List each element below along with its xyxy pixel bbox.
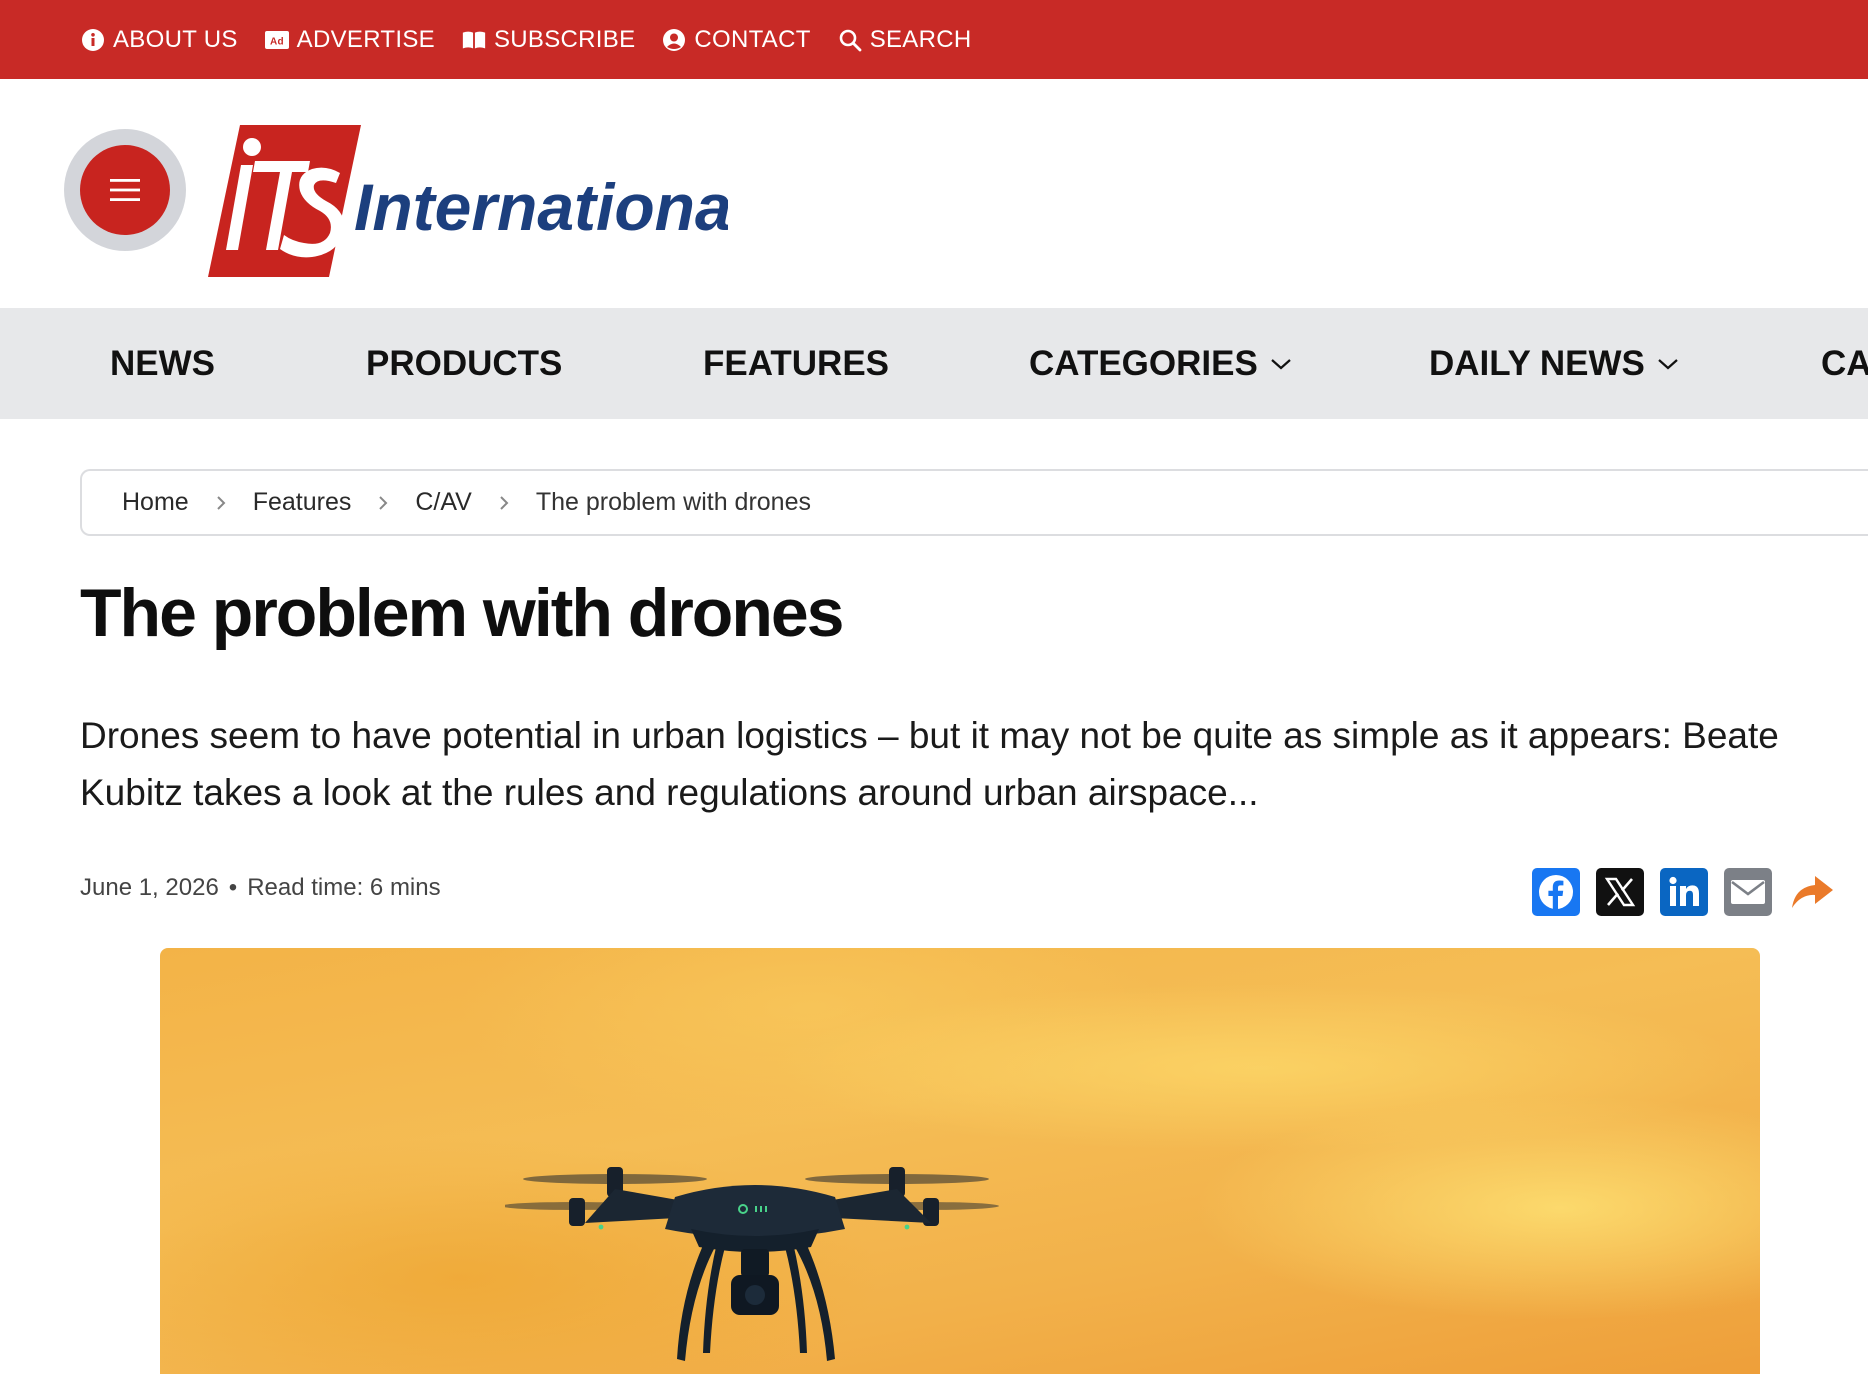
svg-text:Ad: Ad xyxy=(270,36,284,47)
about-us-label: ABOUT US xyxy=(113,25,238,53)
advertise-link[interactable]: Ad ADVERTISE xyxy=(264,26,435,54)
breadcrumb: Home Features C/AV The problem with dron… xyxy=(80,469,1868,536)
breadcrumb-current: The problem with drones xyxy=(535,488,811,516)
meta-separator: • xyxy=(228,874,238,901)
search-label: SEARCH xyxy=(869,25,972,53)
advertise-label: ADVERTISE xyxy=(296,25,435,53)
read-time: Read time: 6 mins xyxy=(247,874,441,901)
publish-date: June 1, 2026 xyxy=(80,874,219,901)
hamburger-icon xyxy=(80,145,170,235)
ad-icon: Ad xyxy=(264,27,290,53)
drone-image xyxy=(505,1167,999,1361)
linkedin-icon xyxy=(1669,876,1699,906)
contact-link[interactable]: CONTACT xyxy=(661,26,810,54)
search-icon xyxy=(837,27,863,53)
its-logo-mark: International xyxy=(208,125,752,277)
nav-item-products[interactable]: PRODUCTS xyxy=(366,308,562,419)
book-icon xyxy=(461,27,487,53)
share-x-button[interactable] xyxy=(1596,868,1644,916)
nav-item-daily-news[interactable]: DAILY NEWS xyxy=(1429,308,1679,419)
subscribe-link[interactable]: SUBSCRIBE xyxy=(461,26,635,54)
hamburger-menu-button[interactable] xyxy=(64,129,186,251)
nav-item-label: DAILY NEWS xyxy=(1429,343,1645,383)
breadcrumb-home[interactable]: Home xyxy=(122,488,189,517)
share-bar xyxy=(1532,867,1836,917)
contact-label: CONTACT xyxy=(694,25,811,53)
hero-image xyxy=(160,948,1760,1374)
nav-item-label: NEWS xyxy=(110,343,215,383)
info-icon xyxy=(80,27,106,53)
nav-item-news[interactable]: NEWS xyxy=(110,308,215,419)
nav-item-overflow[interactable]: CA xyxy=(1821,308,1868,419)
subscribe-label: SUBSCRIBE xyxy=(493,25,636,53)
share-linkedin-button[interactable] xyxy=(1660,868,1708,916)
article-meta: June 1, 2026 • Read time: 6 mins xyxy=(80,874,441,902)
share-arrow-icon xyxy=(1792,876,1833,908)
chevron-down-icon xyxy=(1657,357,1679,371)
site-logo[interactable]: International xyxy=(208,125,752,277)
site-header: International xyxy=(0,79,1868,308)
logo-wordmark: International xyxy=(354,170,728,244)
share-facebook-button[interactable] xyxy=(1532,868,1580,916)
user-icon xyxy=(661,27,687,53)
chevron-down-icon xyxy=(1270,357,1292,371)
breadcrumb-features[interactable]: Features xyxy=(253,488,352,517)
article-title: The problem with drones xyxy=(80,575,844,651)
main-nav: NEWS PRODUCTS FEATURES CATEGORIES DAILY … xyxy=(0,308,1868,419)
nav-item-label: FEATURES xyxy=(703,343,890,383)
search-link[interactable]: SEARCH xyxy=(837,26,972,54)
utility-bar: ABOUT US Ad ADVERTISE SUBSCRIBE CONTACT … xyxy=(0,0,1868,79)
nav-item-categories[interactable]: CATEGORIES xyxy=(1029,308,1292,419)
nav-item-label: PRODUCTS xyxy=(366,343,563,383)
breadcrumb-cav[interactable]: C/AV xyxy=(415,488,472,517)
article-lede: Drones seem to have potential in urban l… xyxy=(80,715,1779,813)
facebook-icon xyxy=(1539,875,1573,909)
share-more-button[interactable] xyxy=(1788,868,1836,916)
share-email-button[interactable] xyxy=(1724,868,1772,916)
chevron-right-icon xyxy=(215,494,227,512)
nav-item-label: CATEGORIES xyxy=(1029,343,1258,383)
chevron-right-icon xyxy=(377,494,389,512)
email-icon xyxy=(1731,880,1765,904)
nav-item-label: CA xyxy=(1821,343,1868,383)
about-us-link[interactable]: ABOUT US xyxy=(80,26,238,54)
x-icon xyxy=(1604,877,1636,907)
nav-item-features[interactable]: FEATURES xyxy=(703,308,889,419)
chevron-right-icon xyxy=(498,494,510,512)
